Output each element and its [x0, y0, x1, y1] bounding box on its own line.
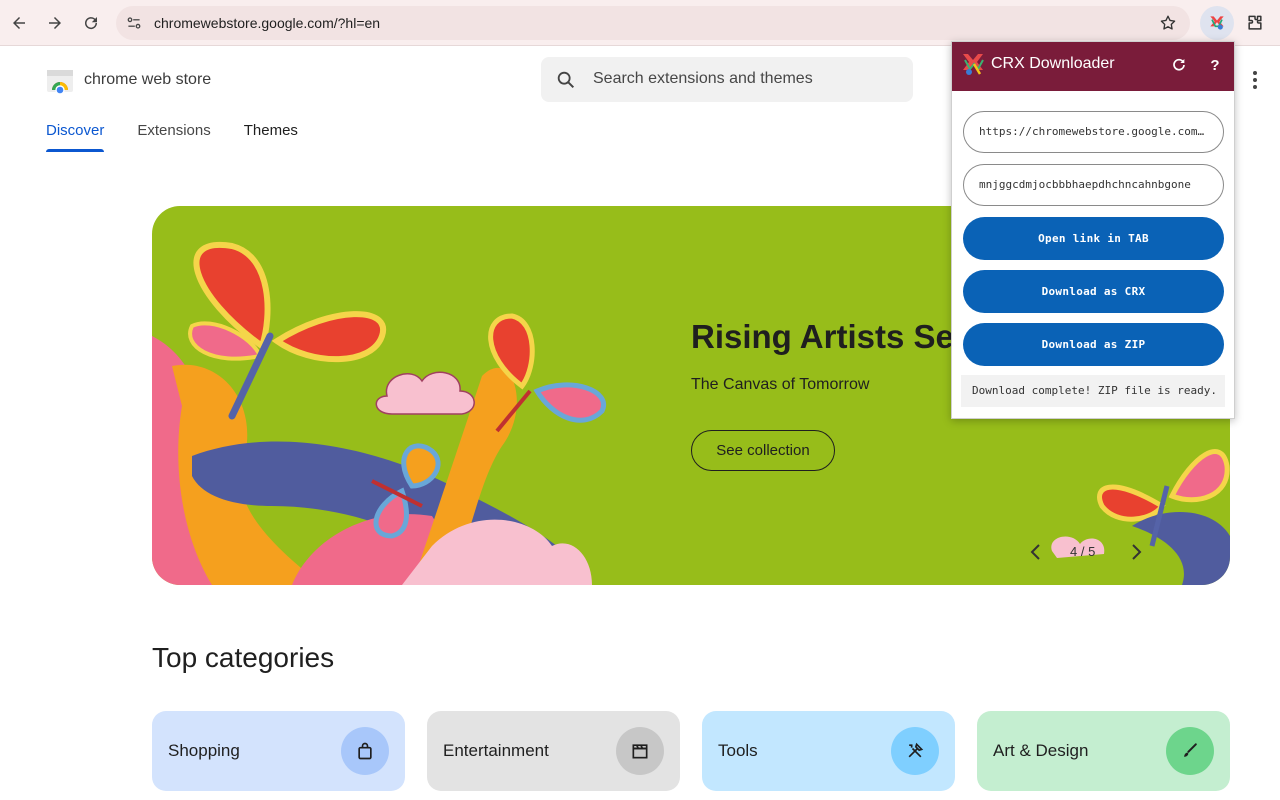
refresh-icon[interactable]	[1168, 54, 1190, 76]
brush-icon	[1166, 727, 1214, 775]
url-field[interactable]: https://chromewebstore.google.com/?hl=en	[963, 111, 1224, 153]
tab-discover[interactable]: Discover	[46, 122, 105, 152]
url-text[interactable]: chromewebstore.google.com/?hl=en	[154, 15, 380, 31]
open-link-tab-button[interactable]: Open link in TAB	[963, 217, 1224, 260]
tools-icon	[891, 727, 939, 775]
store-name[interactable]: chrome web store	[84, 71, 211, 89]
tab-extensions[interactable]: Extensions	[137, 122, 210, 152]
more-options-icon[interactable]	[1244, 66, 1266, 94]
back-arrow-icon[interactable]	[4, 8, 34, 38]
popup-title: CRX Downloader	[991, 55, 1115, 72]
hero-subtitle: The Canvas of Tomorrow	[691, 376, 870, 393]
category-tools[interactable]: Tools	[702, 711, 955, 791]
site-info-icon[interactable]	[124, 13, 144, 33]
categories-title: Top categories	[152, 642, 335, 673]
category-label: Art & Design	[993, 741, 1089, 760]
hero-pager: 4 / 5	[1026, 542, 1146, 564]
chevron-left-icon[interactable]	[1026, 542, 1046, 562]
extension-id-field[interactable]: mnjggcdmjocbbbhaepdhchncahnbgone	[963, 164, 1224, 206]
browser-toolbar: chromewebstore.google.com/?hl=en	[0, 0, 1280, 46]
popup-header: CRX Downloader ?	[952, 42, 1234, 91]
crx-downloader-popup: CRX Downloader ? https://chromewebstore.…	[951, 41, 1235, 419]
see-collection-button[interactable]: See collection	[691, 430, 835, 471]
category-label: Entertainment	[443, 741, 549, 760]
download-zip-button[interactable]: Download as ZIP	[963, 323, 1224, 366]
category-entertainment[interactable]: Entertainment	[427, 711, 680, 791]
bookmark-star-icon[interactable]	[1156, 11, 1180, 35]
pager-count: 4 / 5	[1070, 544, 1096, 559]
crx-extension-icon[interactable]	[1200, 6, 1234, 40]
category-label: Tools	[718, 741, 758, 760]
chevron-right-icon[interactable]	[1126, 542, 1146, 562]
hero-title: Rising Artists Ser	[691, 318, 967, 355]
extensions-puzzle-icon[interactable]	[1240, 8, 1270, 38]
chrome-web-store-logo[interactable]	[46, 66, 74, 94]
help-icon[interactable]: ?	[1204, 54, 1226, 76]
search-input[interactable]	[593, 67, 893, 91]
category-art-design[interactable]: Art & Design	[977, 711, 1230, 791]
search-box[interactable]	[541, 57, 913, 102]
crx-logo-icon	[963, 54, 984, 75]
reload-icon[interactable]	[76, 8, 106, 38]
address-bar[interactable]: chromewebstore.google.com/?hl=en	[116, 6, 1190, 40]
forward-arrow-icon[interactable]	[40, 8, 70, 38]
category-shopping[interactable]: Shopping	[152, 711, 405, 791]
tab-themes[interactable]: Themes	[244, 122, 298, 152]
store-tabs: Discover Extensions Themes	[46, 122, 331, 152]
search-icon	[557, 71, 575, 89]
clapperboard-icon	[616, 727, 664, 775]
download-crx-button[interactable]: Download as CRX	[963, 270, 1224, 313]
status-message: Download complete! ZIP file is ready.	[961, 375, 1225, 407]
category-label: Shopping	[168, 741, 240, 760]
shopping-bag-icon	[341, 727, 389, 775]
